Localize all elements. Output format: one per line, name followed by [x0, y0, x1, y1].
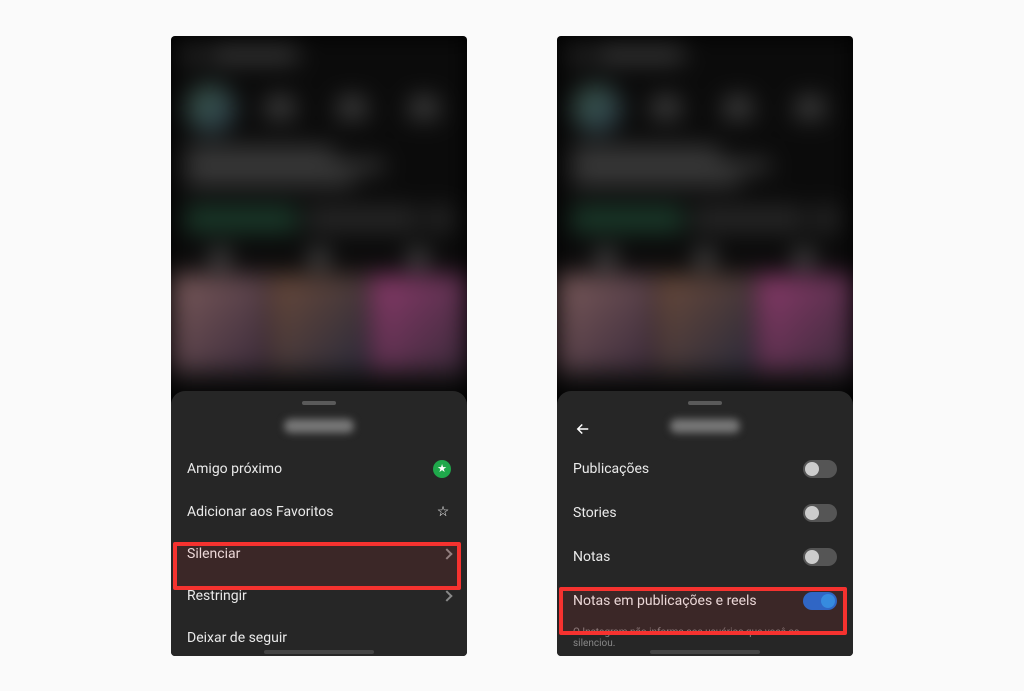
blurred-profile-background	[171, 36, 467, 391]
home-indicator	[264, 650, 374, 654]
mute-notes-label: Notas	[573, 549, 610, 565]
mute-notes-toggle[interactable]	[803, 548, 837, 566]
mute-posts-row[interactable]: Publicações	[557, 447, 853, 491]
restrict-row[interactable]: Restringir	[171, 575, 467, 617]
close-friend-star-icon: ★	[433, 460, 451, 478]
bottom-sheet-following-options: Amigo próximo ★ Adicionar aos Favoritos …	[171, 391, 467, 656]
close-friend-row[interactable]: Amigo próximo ★	[171, 447, 467, 491]
screenshot-left: Amigo próximo ★ Adicionar aos Favoritos …	[171, 36, 467, 656]
chevron-right-icon	[441, 548, 452, 559]
drag-handle[interactable]	[688, 401, 722, 405]
mute-notes-posts-reels-row[interactable]: Notas em publicações e reels	[557, 579, 853, 623]
mute-label: Silenciar	[187, 546, 240, 562]
restrict-label: Restringir	[187, 588, 247, 604]
back-button[interactable]	[573, 419, 593, 439]
blurred-profile-background	[557, 36, 853, 391]
mute-notes-posts-reels-toggle[interactable]	[803, 592, 837, 610]
add-favorites-label: Adicionar aos Favoritos	[187, 504, 334, 520]
unfollow-label: Deixar de seguir	[187, 630, 287, 646]
mute-row[interactable]: Silenciar	[171, 533, 467, 575]
mute-stories-label: Stories	[573, 505, 617, 521]
favorites-star-outline-icon: ☆	[435, 504, 451, 520]
mute-notes-row[interactable]: Notas	[557, 535, 853, 579]
add-favorites-row[interactable]: Adicionar aos Favoritos ☆	[171, 491, 467, 533]
sheet-username-blurred	[670, 419, 740, 433]
arrow-left-icon	[574, 420, 592, 438]
drag-handle[interactable]	[302, 401, 336, 405]
screenshot-right: Publicações Stories Notas Notas em publi…	[557, 36, 853, 656]
mute-posts-label: Publicações	[573, 461, 649, 477]
mute-stories-toggle[interactable]	[803, 504, 837, 522]
home-indicator	[650, 650, 760, 654]
mute-notes-posts-reels-label: Notas em publicações e reels	[573, 593, 757, 609]
sheet-username-blurred	[284, 419, 354, 433]
bottom-sheet-mute-options: Publicações Stories Notas Notas em publi…	[557, 391, 853, 656]
mute-stories-row[interactable]: Stories	[557, 491, 853, 535]
close-friend-label: Amigo próximo	[187, 461, 282, 477]
mute-posts-toggle[interactable]	[803, 460, 837, 478]
chevron-right-icon	[441, 590, 452, 601]
